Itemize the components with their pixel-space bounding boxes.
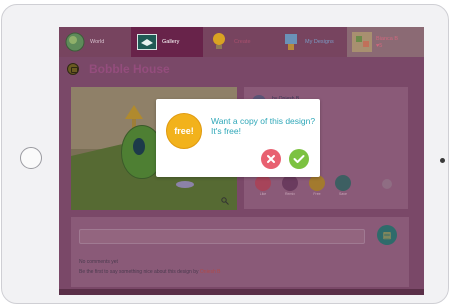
- free-badge-small[interactable]: Free: [308, 175, 326, 196]
- tab-create-label: Create: [234, 39, 251, 45]
- remix-badge[interactable]: Remix: [281, 175, 299, 196]
- remix-icon: [282, 175, 298, 191]
- zoom-icon[interactable]: [221, 197, 229, 205]
- profile-name: Bianca B: [376, 36, 399, 42]
- be-first-prefix: Be the first to say something nice about…: [79, 269, 200, 275]
- action-badges: Like Remix Free Save: [254, 175, 404, 201]
- tab-bar: World Gallery Create My Designs Bianca B…: [59, 27, 424, 57]
- page-header: Bobble House: [67, 61, 170, 77]
- globe-icon: [65, 32, 85, 54]
- preview-cone: [125, 105, 143, 119]
- avatar: [352, 32, 372, 54]
- comment-input[interactable]: [79, 229, 365, 244]
- decline-button[interactable]: [261, 149, 281, 169]
- designs-icon: [283, 32, 299, 54]
- preview-egg-door: [133, 138, 145, 155]
- tab-my-designs-label: My Designs: [305, 39, 334, 45]
- save-label: Save: [339, 192, 347, 196]
- close-icon: [267, 155, 275, 163]
- be-first-text: Be the first to say something nice about…: [79, 269, 220, 275]
- app-screen: World Gallery Create My Designs Bianca B…: [59, 27, 424, 295]
- lightbulb-icon: [211, 32, 227, 54]
- more-badge[interactable]: [378, 179, 396, 189]
- preview-disc: [176, 181, 194, 188]
- bottom-strip: [59, 289, 424, 295]
- comments-section: ▤ No comments yet Be the first to say so…: [71, 217, 409, 287]
- tab-gallery[interactable]: Gallery: [131, 27, 203, 57]
- designer-link[interactable]: Oniesh B: [200, 269, 221, 275]
- like-label: Like: [259, 192, 267, 196]
- save-badge[interactable]: Save: [334, 175, 352, 196]
- more-icon: [382, 179, 392, 189]
- tab-world-label: World: [90, 39, 105, 45]
- remix-label: Remix: [285, 192, 295, 196]
- home-button[interactable]: [20, 147, 42, 169]
- house-icon: [67, 63, 79, 75]
- send-comment-button[interactable]: ▤: [377, 225, 397, 245]
- tab-gallery-label: Gallery: [162, 39, 180, 45]
- profile-hearts: ♥5: [376, 43, 383, 49]
- accept-button[interactable]: [289, 149, 309, 169]
- tab-create[interactable]: Create: [203, 27, 275, 57]
- send-icon: ▤: [382, 230, 392, 240]
- free-label: Free: [313, 192, 321, 196]
- save-icon: [335, 175, 351, 191]
- heart-icon: [255, 175, 271, 191]
- free-copy-dialog: free! Want a copy of this design? It's f…: [156, 99, 320, 177]
- free-badge: free!: [166, 113, 202, 149]
- ipad-frame: World Gallery Create My Designs Bianca B…: [1, 4, 449, 304]
- front-camera: [440, 158, 445, 163]
- tab-profile[interactable]: Bianca B ♥5: [347, 27, 424, 57]
- gallery-icon: [137, 34, 157, 52]
- tab-world[interactable]: World: [59, 27, 131, 57]
- no-comments-text: No comments yet: [79, 259, 118, 265]
- dialog-message: Want a copy of this design? It's free!: [211, 116, 316, 136]
- page-title: Bobble House: [89, 62, 170, 76]
- tab-my-designs[interactable]: My Designs: [275, 27, 347, 57]
- like-badge[interactable]: Like: [254, 175, 272, 196]
- checkmark-icon: [293, 155, 305, 163]
- free-icon: [309, 175, 325, 191]
